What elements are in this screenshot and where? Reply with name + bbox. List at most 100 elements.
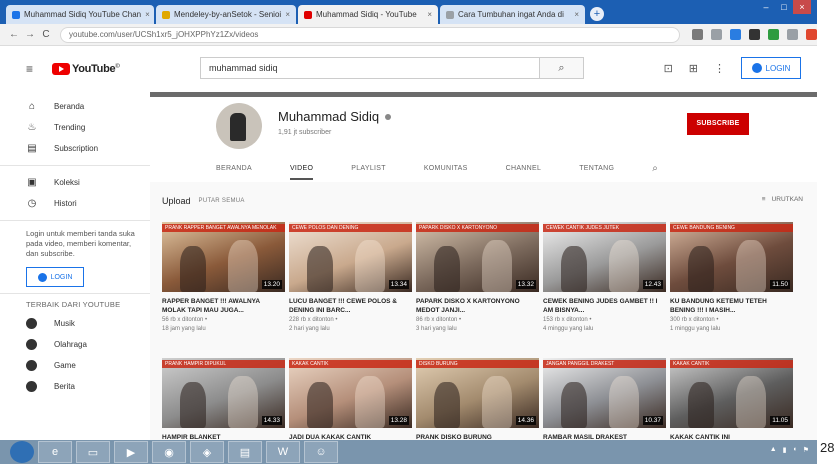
video-card[interactable]: CEWEK CANTIK JUDES JUTEK 12.43 CEWEK BENIN… bbox=[543, 222, 666, 350]
settings-icon[interactable] bbox=[787, 29, 798, 40]
more-vertical-icon[interactable]: ⋮ bbox=[714, 62, 725, 75]
sort-by-button[interactable]: ≡ URUTKAN bbox=[762, 196, 803, 203]
tray-arrow-icon[interactable]: ▲ bbox=[770, 446, 777, 454]
browser-tab-2[interactable]: Mendeley-by-anSetok - Senioi × bbox=[156, 5, 296, 24]
new-tab-button[interactable]: + bbox=[590, 7, 604, 21]
youtube-logo[interactable]: YouTubeID bbox=[52, 63, 120, 75]
subscribe-button[interactable]: SUBSCRIBE bbox=[687, 113, 749, 135]
channel-avatar[interactable] bbox=[216, 103, 262, 149]
upload-video-icon[interactable]: ⊡ bbox=[664, 62, 673, 75]
video-thumbnail[interactable]: PRANK HAMPIR DIPUKUL 14.33 bbox=[162, 358, 285, 428]
taskbar-pdf-icon[interactable]: ▤ bbox=[228, 441, 262, 463]
video-title[interactable]: PAPARK DISKO X KARTONYONO MEDOT JANJI... bbox=[416, 298, 539, 315]
video-thumbnail[interactable]: KAKAK CANTIK 13.28 bbox=[289, 358, 412, 428]
sidebar-item-label: Musik bbox=[54, 319, 75, 328]
sidebar-item-music[interactable]: Musik bbox=[0, 313, 150, 334]
taskbar-app-icon[interactable]: ☺ bbox=[304, 441, 338, 463]
video-card[interactable]: PRANK RAPPER BANGET AWALNYA MENOLAK 13.20… bbox=[162, 222, 285, 350]
video-title[interactable]: RAPPER BANGET !!! AWALNYA MOLAK TAPI MAU… bbox=[162, 298, 285, 315]
extension-icon[interactable] bbox=[768, 29, 779, 40]
taskbar-chrome-icon[interactable]: ◉ bbox=[152, 441, 186, 463]
channel-name: Muhammad Sidiq bbox=[278, 109, 392, 124]
translate-icon[interactable] bbox=[692, 29, 703, 40]
start-button[interactable] bbox=[10, 441, 34, 463]
screenshot: Muhammad Sidiq YouTube Chan × Mendeley-b… bbox=[0, 0, 817, 464]
browser-tab-3[interactable]: Muhammad Sidiq - YouTube × bbox=[298, 5, 438, 24]
flag-icon[interactable]: ⚑ bbox=[803, 446, 809, 454]
thumbnail-caption: PAPARK DISKO X KARTONYONO bbox=[416, 224, 539, 232]
sidebar-item-history[interactable]: ◷ Histori bbox=[0, 193, 150, 214]
video-duration: 13.34 bbox=[388, 280, 409, 289]
close-icon[interactable]: × bbox=[281, 10, 290, 19]
video-title[interactable]: KU BANDUNG KETEMU TETEH BENING !!! I MAS… bbox=[670, 298, 793, 315]
video-thumbnail[interactable]: PRANK RAPPER BANGET AWALNYA MENOLAK 13.20 bbox=[162, 222, 285, 292]
taskbar-word-icon[interactable]: W bbox=[266, 441, 300, 463]
login-label: LOGIN bbox=[765, 63, 791, 73]
video-thumbnail[interactable]: JANGAN PANGGIL DRAKEST 10.37 bbox=[543, 358, 666, 428]
sidebar-item-subscription[interactable]: ▤ Subscription bbox=[0, 138, 150, 159]
opera-icon[interactable] bbox=[806, 29, 817, 40]
video-thumbnail[interactable]: KAKAK CANTIK 11.05 bbox=[670, 358, 793, 428]
play-all-button[interactable]: PUTAR SEMUA bbox=[199, 198, 245, 204]
video-card[interactable]: PAPARK DISKO X KARTONYONO 13.32 PAPARK DIS… bbox=[416, 222, 539, 350]
back-icon[interactable]: ← bbox=[6, 29, 22, 40]
video-thumbnail[interactable]: CEWEK CANTIK JUDES JUTEK 12.43 bbox=[543, 222, 666, 292]
tab-channels[interactable]: CHANNEL bbox=[506, 165, 542, 180]
sidebar-item-news[interactable]: Berita bbox=[0, 376, 150, 397]
sidebar-item-home[interactable]: ⌂ Beranda bbox=[0, 96, 150, 117]
close-icon[interactable]: × bbox=[570, 10, 579, 19]
sidebar-item-gaming[interactable]: Game bbox=[0, 355, 150, 376]
login-button[interactable]: LOGIN bbox=[741, 57, 801, 79]
maximize-icon[interactable]: □ bbox=[775, 0, 793, 14]
subscription-icon: ▤ bbox=[27, 143, 37, 154]
forward-icon[interactable]: → bbox=[22, 29, 38, 40]
volume-icon[interactable]: ◖ bbox=[792, 446, 796, 454]
taskbar-folder-icon[interactable]: ▭ bbox=[76, 441, 110, 463]
video-thumbnail[interactable]: CEWE POLOS DAN DENING 13.34 bbox=[289, 222, 412, 292]
tab-playlists[interactable]: PLAYLIST bbox=[351, 165, 386, 180]
sidebar-item-trending[interactable]: ♨ Trending bbox=[0, 117, 150, 138]
video-thumbnail[interactable]: DISKO BURUNG 14.36 bbox=[416, 358, 539, 428]
youtube-header: ≡ YouTubeID muhammad sidiq ⌕ ⊡ ⊞ ⋮ LOGIN bbox=[0, 46, 817, 92]
tab-community[interactable]: KOMUNITAS bbox=[424, 165, 468, 180]
browser-tab-4[interactable]: Cara Tumbuhan ingat Anda di × bbox=[440, 5, 585, 24]
video-card[interactable]: CEWE POLOS DAN DENING 13.34 LUCU BANGET !!… bbox=[289, 222, 412, 350]
browser-tab-1[interactable]: Muhammad Sidiq YouTube Chan × bbox=[6, 5, 154, 24]
extension-icon[interactable] bbox=[730, 29, 741, 40]
taskbar-media-icon[interactable]: ▶ bbox=[114, 441, 148, 463]
video-title[interactable]: CEWEK BENING JUDES GAMBET !! I AM BISNYA… bbox=[543, 298, 666, 315]
reload-icon[interactable]: C bbox=[38, 29, 54, 40]
taskbar-ie-icon[interactable]: e bbox=[38, 441, 72, 463]
search-button[interactable]: ⌕ bbox=[540, 57, 584, 79]
thumbnail-figure bbox=[355, 240, 385, 292]
tab-home[interactable]: BERANDA bbox=[216, 165, 252, 180]
taskbar-app-icon[interactable]: ◈ bbox=[190, 441, 224, 463]
minimize-icon[interactable]: – bbox=[757, 0, 775, 14]
video-title[interactable]: LUCU BANGET !!! CEWE POLOS & DENING INI … bbox=[289, 298, 412, 315]
extension-icon[interactable] bbox=[749, 29, 760, 40]
close-icon[interactable]: × bbox=[423, 10, 432, 19]
close-icon[interactable]: × bbox=[141, 10, 150, 19]
channel-search-icon[interactable]: ⌕ bbox=[652, 163, 658, 180]
tab-videos[interactable]: VIDEO bbox=[289, 165, 314, 180]
video-thumbnail[interactable]: CEWE BANDUNG BENING 11.50 bbox=[670, 222, 793, 292]
menu-icon[interactable]: ≡ bbox=[26, 62, 38, 76]
video-thumbnail[interactable]: PAPARK DISKO X KARTONYONO 13.32 bbox=[416, 222, 539, 292]
sidebar-login-button[interactable]: LOGIN bbox=[26, 267, 84, 287]
thumbnail-caption: PRANK RAPPER BANGET AWALNYA MENOLAK bbox=[162, 224, 285, 232]
verified-icon bbox=[385, 113, 392, 120]
video-card[interactable]: CEWE BANDUNG BENING 11.50 KU BANDUNG KETEM… bbox=[670, 222, 793, 350]
trending-icon: ♨ bbox=[27, 122, 37, 133]
search-input[interactable]: muhammad sidiq bbox=[200, 57, 540, 79]
window-close-icon[interactable]: × bbox=[793, 0, 811, 14]
thumbnail-figure bbox=[434, 382, 460, 428]
star-icon[interactable] bbox=[711, 29, 722, 40]
tab-about[interactable]: TENTANG bbox=[579, 165, 614, 180]
video-duration: 10.37 bbox=[642, 416, 663, 425]
apps-grid-icon[interactable]: ⊞ bbox=[689, 62, 698, 75]
sidebar-item-library[interactable]: ▣ Koleksi bbox=[0, 172, 150, 193]
address-bar[interactable]: youtube.com/user/UCSh1xr5_jOHXPPhYz1Zx/v… bbox=[60, 26, 680, 43]
network-icon[interactable]: ▮ bbox=[783, 446, 787, 454]
thumbnail-caption: CEWE BANDUNG BENING bbox=[670, 224, 793, 232]
sidebar-item-sports[interactable]: Olahraga bbox=[0, 334, 150, 355]
